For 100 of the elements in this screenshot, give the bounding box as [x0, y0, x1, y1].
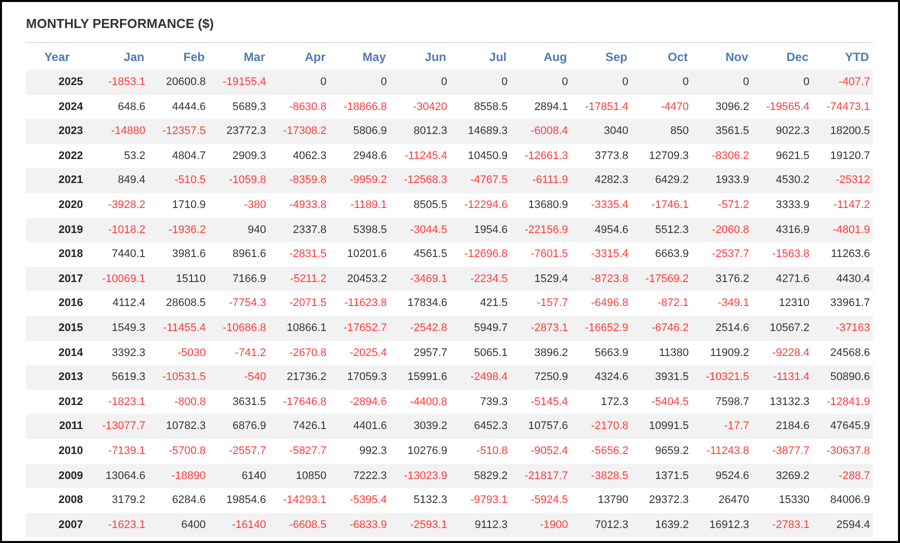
- value-cell: 7250.9: [510, 365, 571, 390]
- value-cell: -2894.6: [330, 390, 390, 414]
- value-cell: 13132.3: [752, 390, 812, 414]
- value-cell: -6608.5: [269, 512, 330, 538]
- year-cell: 2016: [26, 291, 88, 316]
- value-cell: 29372.3: [631, 488, 692, 513]
- value-cell: -3469.1: [390, 266, 450, 292]
- value-cell: -510.8: [450, 438, 511, 464]
- value-cell: 18200.5: [812, 119, 873, 144]
- value-cell: -2025.4: [330, 340, 390, 366]
- value-cell: -37163: [812, 316, 873, 341]
- value-cell: 7012.3: [571, 512, 632, 538]
- value-cell: 9524.6: [692, 464, 752, 488]
- value-cell: 13064.6: [88, 464, 148, 488]
- column-header: Aug: [510, 43, 571, 70]
- value-cell: -7601.5: [510, 242, 571, 267]
- value-cell: 17834.6: [390, 291, 450, 316]
- value-cell: -10531.5: [148, 365, 209, 390]
- value-cell: 2594.4: [812, 512, 873, 538]
- value-cell: 14689.3: [450, 119, 511, 144]
- value-cell: 5065.1: [450, 340, 511, 366]
- year-cell: 2008: [26, 488, 88, 513]
- value-cell: 10782.3: [148, 414, 209, 439]
- value-cell: -3335.4: [571, 192, 632, 218]
- value-cell: 4430.4: [812, 266, 873, 292]
- year-cell: 2011: [26, 414, 88, 439]
- value-cell: 50890.6: [812, 365, 873, 390]
- year-cell: 2025: [26, 70, 88, 95]
- value-cell: 5132.3: [390, 488, 450, 513]
- value-cell: 12310: [752, 291, 812, 316]
- value-cell: -14880: [88, 119, 148, 144]
- value-cell: 19120.7: [812, 144, 873, 168]
- value-cell: 5512.3: [631, 218, 692, 242]
- value-cell: -21817.7: [510, 464, 571, 488]
- value-cell: 4444.6: [148, 94, 209, 120]
- value-cell: 1371.5: [631, 464, 692, 488]
- column-header: Nov: [692, 43, 752, 70]
- value-cell: 9112.3: [450, 512, 511, 538]
- value-cell: 20453.2: [330, 266, 390, 292]
- value-cell: -2498.4: [450, 365, 511, 390]
- value-cell: 17059.3: [330, 365, 390, 390]
- value-cell: -9228.4: [752, 340, 812, 366]
- year-cell: 2007: [26, 512, 88, 538]
- column-header: Year: [26, 43, 88, 70]
- panel-title: MONTHLY PERFORMANCE ($): [26, 16, 214, 31]
- value-cell: 3040: [571, 119, 632, 144]
- value-cell: -540: [208, 365, 270, 390]
- value-cell: 6876.9: [208, 414, 270, 439]
- value-cell: 0: [269, 70, 330, 95]
- value-cell: 3039.2: [390, 414, 450, 439]
- value-cell: 3631.5: [208, 390, 270, 414]
- year-cell: 2020: [26, 192, 88, 218]
- value-cell: -9959.2: [330, 168, 390, 193]
- value-cell: -741.2: [208, 340, 270, 366]
- value-cell: -17851.4: [571, 94, 632, 120]
- value-cell: 3269.2: [752, 464, 812, 488]
- value-cell: 9022.3: [752, 119, 812, 144]
- value-cell: -1131.4: [752, 365, 812, 390]
- value-cell: 84006.9: [812, 488, 873, 513]
- value-cell: -2670.8: [269, 340, 330, 366]
- column-header: Mar: [208, 43, 270, 70]
- year-cell: 2019: [26, 218, 88, 242]
- value-cell: 4271.6: [752, 266, 812, 292]
- value-cell: 13790: [571, 488, 632, 513]
- value-cell: 0: [571, 70, 632, 95]
- value-cell: -1018.2: [88, 218, 148, 242]
- value-cell: 5806.9: [330, 119, 390, 144]
- value-cell: -2557.7: [208, 438, 270, 464]
- value-cell: 172.3: [571, 390, 632, 414]
- value-cell: 6429.2: [631, 168, 692, 193]
- value-cell: -19155.4: [208, 70, 270, 95]
- value-cell: -9052.4: [510, 438, 571, 464]
- value-cell: 1639.2: [631, 512, 692, 538]
- value-cell: -5404.5: [631, 390, 692, 414]
- year-cell: 2014: [26, 340, 88, 366]
- value-cell: 7222.3: [330, 464, 390, 488]
- value-cell: 28608.5: [148, 291, 209, 316]
- value-cell: 8505.5: [390, 192, 450, 218]
- value-cell: -12357.5: [148, 119, 209, 144]
- value-cell: 6284.6: [148, 488, 209, 513]
- value-cell: 2909.3: [208, 144, 270, 168]
- value-cell: 6140: [208, 464, 270, 488]
- value-cell: 15991.6: [390, 365, 450, 390]
- value-cell: -8306.2: [692, 144, 752, 168]
- value-cell: 1710.9: [148, 192, 209, 218]
- value-cell: 3179.2: [88, 488, 148, 513]
- value-cell: -1563.8: [752, 242, 812, 267]
- value-cell: 5663.9: [571, 340, 632, 366]
- value-cell: 0: [631, 70, 692, 95]
- value-cell: -8359.8: [269, 168, 330, 193]
- value-cell: -4767.5: [450, 168, 511, 193]
- value-cell: 4062.3: [269, 144, 330, 168]
- value-cell: 0: [450, 70, 511, 95]
- value-cell: 23772.3: [208, 119, 270, 144]
- value-cell: 15330: [752, 488, 812, 513]
- column-header: Jun: [390, 43, 450, 70]
- value-cell: -3044.5: [390, 218, 450, 242]
- value-cell: 8961.6: [208, 242, 270, 267]
- value-cell: -1936.2: [148, 218, 209, 242]
- value-cell: 4530.2: [752, 168, 812, 193]
